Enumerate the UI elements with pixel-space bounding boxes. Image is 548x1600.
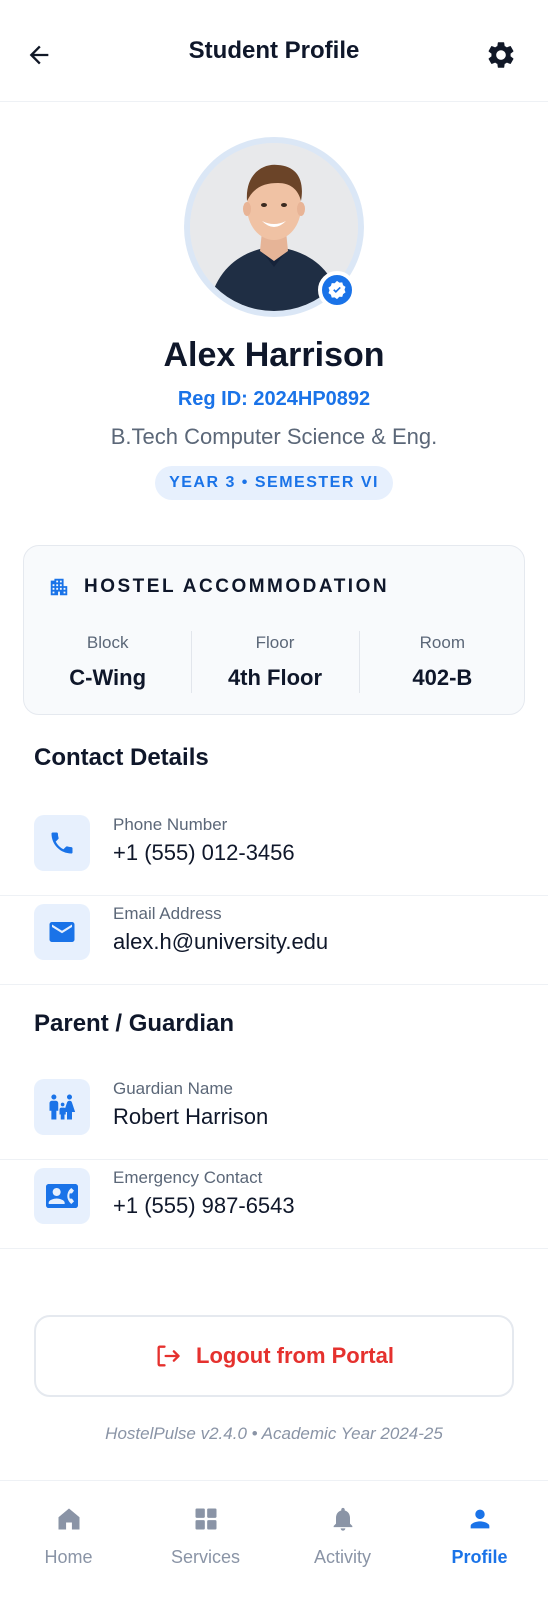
verified-check-icon	[328, 280, 346, 300]
hostel-card-header: HOSTEL ACCOMMODATION	[48, 576, 389, 598]
emergency-contact-row[interactable]: Emergency Contact +1 (555) 987-6543	[0, 1157, 548, 1249]
email-address-row[interactable]: Email Address alex.h@university.edu	[0, 893, 548, 985]
registration-id: Reg ID: 2024HP0892	[177, 388, 371, 410]
email-icon-tile	[34, 904, 90, 960]
logout-button[interactable]: Logout from Portal	[34, 1315, 514, 1397]
verified-badge	[318, 271, 356, 309]
phone-number-value: +1 (555) 012-3456	[113, 840, 295, 865]
email-address-label: Email Address	[113, 904, 222, 923]
building-icon	[50, 578, 68, 596]
hostel-details: Block C-Wing Floor 4th Floor Room 402-B	[24, 631, 526, 693]
hostel-room: Room 402-B	[358, 631, 526, 693]
nav-label-profile: Profile	[451, 1547, 508, 1567]
logout-label: Logout from Portal	[196, 1343, 394, 1368]
hostel-block-value: C-Wing	[69, 665, 147, 690]
home-icon	[53, 1503, 85, 1535]
guardian-name-value: Robert Harrison	[113, 1104, 269, 1129]
nav-item-home[interactable]: Home	[0, 1481, 137, 1600]
bottom-navigation: Home Services Activity Profile	[0, 1480, 548, 1600]
hostel-block: Block C-Wing	[24, 631, 191, 691]
hostel-block-label: Block	[86, 633, 129, 652]
hostel-floor: Floor 4th Floor	[191, 631, 358, 693]
nav-label-services: Services	[170, 1547, 241, 1567]
family-icon-tile	[34, 1079, 90, 1135]
nav-item-services[interactable]: Services	[137, 1481, 274, 1600]
hostel-accommodation-card: HOSTEL ACCOMMODATION Block C-Wing Floor …	[23, 545, 525, 715]
hostel-room-value: 402-B	[412, 665, 473, 690]
guardian-name-label: Guardian Name	[113, 1079, 234, 1098]
nav-label-home: Home	[44, 1547, 93, 1567]
version-note: HostelPulse v2.4.0 • Academic Year 2024-…	[105, 1424, 443, 1443]
program-name: B.Tech Computer Science & Eng.	[110, 424, 438, 449]
profile-avatar	[184, 137, 364, 317]
emergency-contact-label: Emergency Contact	[113, 1168, 263, 1187]
phone-number-label: Phone Number	[113, 815, 228, 834]
contact-phone-icon-tile	[34, 1168, 90, 1224]
contact-details-heading: Contact Details	[34, 744, 209, 771]
bell-icon	[327, 1503, 359, 1535]
emergency-contact-value: +1 (555) 987-6543	[113, 1193, 295, 1218]
hostel-card-title: HOSTEL ACCOMMODATION	[84, 576, 390, 597]
back-button[interactable]	[22, 38, 56, 72]
arrow-left-icon	[29, 45, 49, 65]
settings-button[interactable]	[484, 38, 518, 72]
contact-phone-icon	[46, 1184, 78, 1208]
phone-icon-tile	[34, 815, 90, 871]
hostel-floor-label: Floor	[255, 633, 295, 652]
family-icon	[49, 1094, 76, 1120]
student-name: Alex Harrison	[163, 336, 385, 374]
hostel-floor-value: 4th Floor	[227, 665, 323, 690]
person-icon	[464, 1503, 496, 1535]
year-semester-badge: YEAR 3 • SEMESTER VI	[155, 466, 393, 500]
phone-number-row[interactable]: Phone Number +1 (555) 012-3456	[0, 804, 548, 896]
nav-label-activity: Activity	[313, 1547, 371, 1567]
app-header: Student Profile	[0, 0, 548, 102]
hostel-room-label: Room	[419, 633, 465, 652]
guardian-name-row[interactable]: Guardian Name Robert Harrison	[0, 1068, 548, 1160]
gear-icon	[488, 42, 514, 68]
guardian-heading: Parent / Guardian	[34, 1010, 235, 1037]
nav-item-profile[interactable]: Profile	[411, 1481, 548, 1600]
phone-icon	[51, 832, 73, 854]
grid-icon	[190, 1503, 222, 1535]
logout-icon	[157, 1345, 180, 1367]
email-address-value: alex.h@university.edu	[113, 929, 329, 954]
nav-item-activity[interactable]: Activity	[274, 1481, 411, 1600]
page-title: Student Profile	[188, 36, 360, 64]
email-icon	[49, 922, 75, 942]
